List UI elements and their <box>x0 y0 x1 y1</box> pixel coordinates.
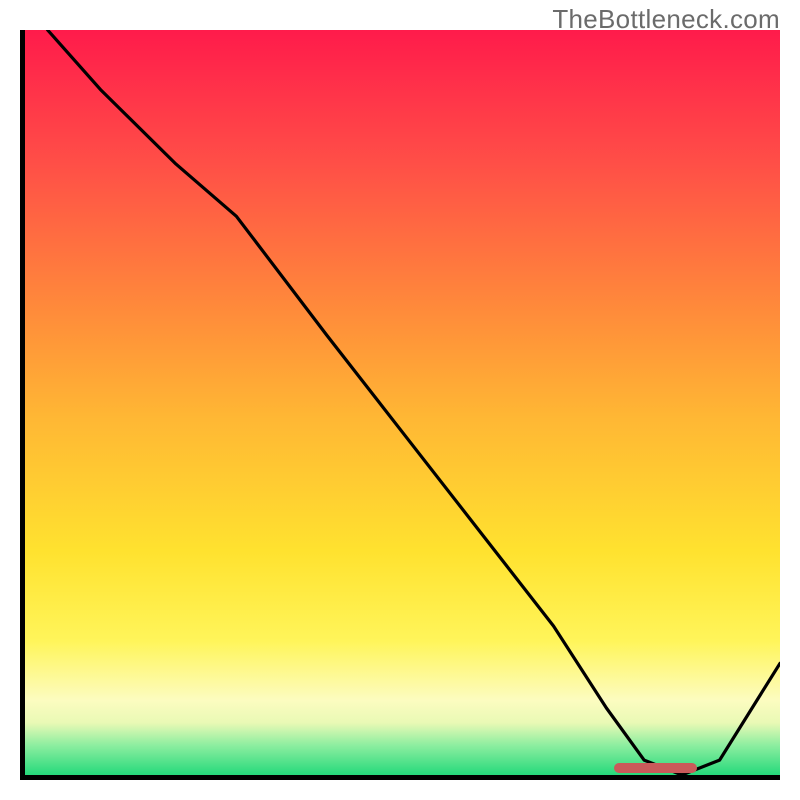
plot-frame <box>20 30 780 780</box>
optimal-range-marker <box>614 763 697 773</box>
chart-container: TheBottleneck.com <box>0 0 800 800</box>
gradient-background <box>25 30 780 775</box>
